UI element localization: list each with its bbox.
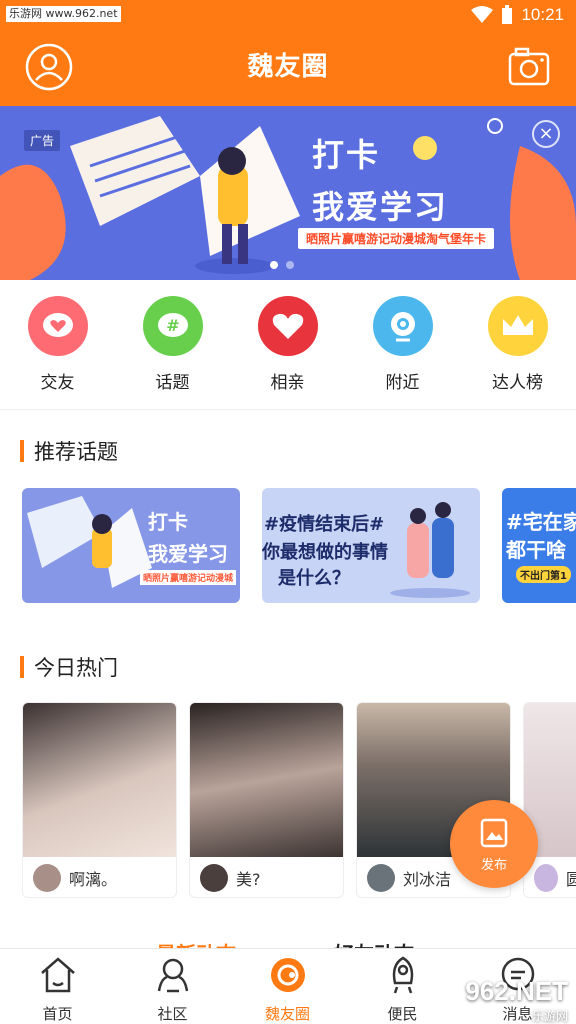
wifi-icon <box>471 6 494 23</box>
nav-label: 社区 <box>157 1005 188 1023</box>
camera-icon[interactable] <box>508 46 550 88</box>
banner-headline-1: 打卡 <box>312 136 381 174</box>
topic-line-2: 你最想做的事情 <box>262 542 388 563</box>
banner-pagination <box>270 261 294 269</box>
ad-label: 广告 <box>24 130 61 151</box>
topic-line-1: 打卡 <box>148 510 188 534</box>
page-title: 魏友圈 <box>247 52 329 82</box>
quicknav-label: 达人榜 <box>492 373 543 393</box>
heart-icon <box>257 296 318 356</box>
topic-line-1: #宅在家 <box>506 510 576 534</box>
community-icon <box>157 958 188 993</box>
site-watermark: 962.NET 乐游网 <box>465 976 568 1024</box>
banner-subtitle: 晒照片赢嘻游记动漫城淘气堡年卡 <box>298 228 495 249</box>
nav-item-community[interactable]: 社区 <box>115 955 230 1024</box>
topic-card[interactable]: #宅在家 都干啥 不出门第1 <box>502 488 576 603</box>
nav-label: 首页 <box>42 1005 73 1023</box>
quicknav-label: 相亲 <box>270 373 305 393</box>
quicknav-item-topics[interactable]: # 话题 <box>115 296 230 393</box>
svg-text:#: # <box>166 316 179 335</box>
avatar <box>33 864 61 892</box>
avatar <box>367 864 395 892</box>
section-title-topics: 推荐话题 <box>20 436 118 466</box>
banner-dot[interactable] <box>270 261 278 269</box>
nav-item-circle[interactable]: 魏友圈 <box>230 955 345 1024</box>
watermark-sub: 乐游网 <box>531 1009 568 1023</box>
quicknav-item-dating[interactable]: 相亲 <box>230 296 345 393</box>
heart-chat-icon <box>27 296 88 356</box>
avatar <box>200 864 228 892</box>
nav-item-services[interactable]: 便民 <box>345 955 460 1024</box>
rocket-icon <box>392 956 413 994</box>
nav-item-home[interactable]: 首页 <box>0 955 115 1024</box>
ad-banner[interactable]: 打卡 我爱学习 晒照片赢嘻游记动漫城淘气堡年卡 <box>0 106 576 280</box>
quicknav-item-nearby[interactable]: 附近 <box>345 296 460 393</box>
publish-button[interactable]: 发布 <box>450 800 538 888</box>
user-photo <box>190 703 343 857</box>
section-title-hot: 今日热门 <box>20 652 118 682</box>
banner-illustration <box>0 116 576 280</box>
hot-user-card[interactable]: 美? <box>189 702 344 898</box>
quick-nav: 交友 # 话题 相亲 附近 达人榜 <box>0 280 576 410</box>
circle-icon <box>270 958 305 992</box>
banner-dot[interactable] <box>286 261 294 269</box>
quicknav-label: 交友 <box>40 373 75 393</box>
image-icon <box>480 818 508 848</box>
nav-label: 便民 <box>387 1005 418 1023</box>
status-watermark: 乐游网 www.962.net <box>6 6 121 22</box>
topic-line-3: 不出门第1 <box>516 566 571 583</box>
topic-line-1: #疫情结束后# <box>264 514 385 535</box>
section-accent-bar <box>20 440 24 462</box>
quicknav-item-leaderboard[interactable]: 达人榜 <box>460 296 575 393</box>
quicknav-label: 话题 <box>155 373 190 393</box>
close-ad-button[interactable]: × <box>532 120 560 148</box>
app-header: 乐游网 www.962.net 10:21 魏友圈 <box>0 0 576 106</box>
topic-line-2: 都干啥 <box>506 538 566 562</box>
battery-icon <box>502 5 513 24</box>
crown-icon <box>487 296 548 356</box>
user-name: 刘冰洁 <box>403 870 452 889</box>
status-time: 10:21 <box>521 5 564 24</box>
section-accent-bar <box>20 656 24 678</box>
hot-user-card[interactable]: 啊漓。 <box>22 702 177 898</box>
watermark-brand: 962.NET <box>465 976 568 1006</box>
hashtag-icon: # <box>142 296 203 356</box>
topic-card[interactable]: #疫情结束后# 你最想做的事情 是什么？ <box>262 488 480 603</box>
topic-line-3: 晒照片赢嘻游记动漫城 <box>140 570 237 585</box>
user-name: 啊漓。 <box>69 870 118 889</box>
user-photo <box>23 703 176 857</box>
home-icon <box>40 957 75 993</box>
location-icon <box>372 296 433 356</box>
user-name: 美? <box>236 870 261 889</box>
publish-label: 发布 <box>480 858 507 873</box>
topic-line-2: 我爱学习 <box>148 542 228 566</box>
section-title-text: 推荐话题 <box>34 440 118 464</box>
section-title-text: 今日热门 <box>34 656 118 680</box>
user-name: 圆 <box>566 866 576 890</box>
topic-card[interactable]: 打卡 我爱学习 晒照片赢嘻游记动漫城 <box>22 488 240 603</box>
status-bar-right: 10:21 <box>471 4 564 26</box>
quicknav-item-friends[interactable]: 交友 <box>0 296 115 393</box>
banner-headline-2: 我爱学习 <box>312 188 449 226</box>
topic-line-3: 是什么？ <box>278 568 350 589</box>
nav-label: 魏友圈 <box>264 1005 310 1023</box>
quicknav-label: 附近 <box>385 373 420 393</box>
